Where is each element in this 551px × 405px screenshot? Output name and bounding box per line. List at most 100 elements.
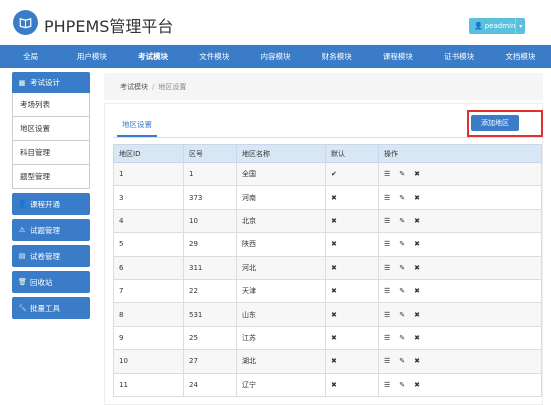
delete-icon[interactable]: ✖ (414, 217, 420, 225)
list-icon[interactable]: ☰ (384, 194, 390, 202)
cell-code: 29 (183, 232, 237, 257)
list-icon[interactable]: ☰ (384, 264, 390, 272)
cell-actions: ☰ ✎ ✖ (378, 372, 542, 397)
user-icon: 👤 (18, 200, 27, 208)
list-icon[interactable]: ☰ (384, 240, 390, 248)
tab-region-settings[interactable]: 地区设置 (117, 119, 157, 137)
delete-icon[interactable]: ✖ (414, 357, 420, 365)
cell-default: ✖ (325, 255, 379, 280)
cell-id: 4 (113, 208, 184, 234)
sidebar-item-question-types[interactable]: 题型管理 (12, 165, 90, 189)
cell-actions: ☰ ✎ ✖ (378, 325, 542, 351)
delete-icon[interactable]: ✖ (414, 264, 420, 272)
edit-icon[interactable]: ✎ (399, 334, 405, 342)
sidebar-item-paper-management[interactable]: ▤ 试卷管理 (12, 245, 90, 267)
nav-content-module[interactable]: 内容模块 (245, 45, 306, 68)
sidebar-item-batch-tools[interactable]: 🔧 批量工具 (12, 297, 90, 319)
delete-icon[interactable]: ✖ (414, 170, 420, 178)
logo[interactable] (13, 10, 38, 35)
edit-icon[interactable]: ✎ (399, 217, 405, 225)
breadcrumb-module-link[interactable]: 考试模块 (120, 82, 148, 92)
nav-certificate-module[interactable]: 证书模块 (429, 45, 490, 68)
chevron-down-icon[interactable]: ▾ (515, 18, 525, 34)
delete-icon[interactable]: ✖ (414, 334, 420, 342)
table-row: 11 24 辽宁 ✖ ☰ ✎ ✖ (113, 372, 542, 397)
cell-id: 9 (113, 325, 184, 351)
cell-id: 6 (113, 255, 184, 280)
cell-default: ✖ (325, 185, 379, 210)
sidebar-item-course-activation[interactable]: 👤 课程开通 (12, 193, 90, 215)
nav-user-module[interactable]: 用户模块 (61, 45, 122, 68)
nav-exam-module[interactable]: 考试模块 (122, 45, 183, 68)
delete-icon[interactable]: ✖ (414, 287, 420, 295)
list-icon[interactable]: ☰ (384, 287, 390, 295)
sidebar-item-question-management[interactable]: ⚠ 试题管理 (12, 219, 90, 241)
delete-icon[interactable]: ✖ (414, 194, 420, 202)
sidebar-item-region-settings[interactable]: 地区设置 (12, 117, 90, 141)
cell-code: 1 (183, 161, 237, 187)
cell-name: 全国 (236, 161, 326, 187)
edit-icon[interactable]: ✎ (399, 381, 405, 389)
add-region-button[interactable]: 添加地区 (471, 115, 519, 131)
list-icon[interactable]: ☰ (384, 381, 390, 389)
cell-id: 8 (113, 302, 184, 327)
table-row: 1 1 全国 ✔ ☰ ✎ ✖ (113, 161, 542, 187)
cell-id: 1 (113, 161, 184, 187)
nav-file-module[interactable]: 文件模块 (184, 45, 245, 68)
user-menu-button[interactable]: 👤 peadmin ▾ (469, 18, 525, 34)
cell-default: ✔ (325, 161, 379, 187)
cell-actions: ☰ ✎ ✖ (378, 278, 542, 304)
delete-icon[interactable]: ✖ (414, 381, 420, 389)
list-icon[interactable]: ☰ (384, 357, 390, 365)
cell-actions: ☰ ✎ ✖ (378, 208, 542, 234)
list-icon[interactable]: ☰ (384, 170, 390, 178)
list-icon[interactable]: ☰ (384, 311, 390, 319)
edit-icon[interactable]: ✎ (399, 357, 405, 365)
table-row: 4 10 北京 ✖ ☰ ✎ ✖ (113, 208, 542, 234)
cell-code: 22 (183, 278, 237, 304)
cell-name: 河北 (236, 255, 326, 280)
sidebar-item-subjects[interactable]: 科目管理 (12, 141, 90, 165)
wrench-icon: 🔧 (18, 304, 27, 312)
cell-default: ✖ (325, 349, 379, 374)
cell-actions: ☰ ✎ ✖ (378, 161, 542, 187)
edit-icon[interactable]: ✎ (399, 170, 405, 178)
list-icon[interactable]: ☰ (384, 217, 390, 225)
main-nav: 全局 用户模块 考试模块 文件模块 内容模块 财务模块 课程模块 证书模块 文档… (0, 45, 551, 68)
table-row: 6 311 河北 ✖ ☰ ✎ ✖ (113, 255, 542, 280)
delete-icon[interactable]: ✖ (414, 240, 420, 248)
cell-code: 311 (183, 255, 237, 280)
sidebar-item-label: 回收站 (30, 277, 53, 287)
edit-icon[interactable]: ✎ (399, 287, 405, 295)
delete-icon[interactable]: ✖ (414, 311, 420, 319)
sidebar-item-recycle-bin[interactable]: 🗑 回收站 (12, 271, 90, 293)
edit-icon[interactable]: ✎ (399, 264, 405, 272)
table-row: 7 22 天津 ✖ ☰ ✎ ✖ (113, 278, 542, 304)
cell-id: 11 (113, 372, 184, 397)
trash-icon: 🗑 (18, 278, 27, 286)
edit-icon[interactable]: ✎ (399, 311, 405, 319)
cell-id: 5 (113, 232, 184, 257)
cell-name: 陕西 (236, 232, 326, 257)
sidebar-item-exam-rooms[interactable]: 考场列表 (12, 93, 90, 117)
cell-name: 辽宁 (236, 372, 326, 397)
table-row: 5 29 陕西 ✖ ☰ ✎ ✖ (113, 232, 542, 257)
nav-finance-module[interactable]: 财务模块 (306, 45, 367, 68)
nav-global[interactable]: 全局 (0, 45, 61, 68)
edit-icon[interactable]: ✎ (399, 240, 405, 248)
brand-title: PHPEMS管理平台 (44, 17, 174, 36)
nav-document-module[interactable]: 文档模块 (490, 45, 551, 68)
papers-icon: ▤ (18, 252, 26, 260)
cell-actions: ☰ ✎ ✖ (378, 302, 542, 327)
nav-course-module[interactable]: 课程模块 (367, 45, 428, 68)
sidebar-section-exam-design[interactable]: ▦ 考试设计 (12, 72, 90, 93)
cell-id: 10 (113, 349, 184, 374)
cell-default: ✖ (325, 278, 379, 304)
list-icon[interactable]: ☰ (384, 334, 390, 342)
edit-icon[interactable]: ✎ (399, 194, 405, 202)
tab-divider (113, 137, 541, 138)
cell-actions: ☰ ✎ ✖ (378, 185, 542, 210)
cell-code: 373 (183, 185, 237, 210)
sidebar-item-label: 试题管理 (30, 225, 60, 235)
breadcrumb-current: 地区设置 (158, 82, 187, 91)
